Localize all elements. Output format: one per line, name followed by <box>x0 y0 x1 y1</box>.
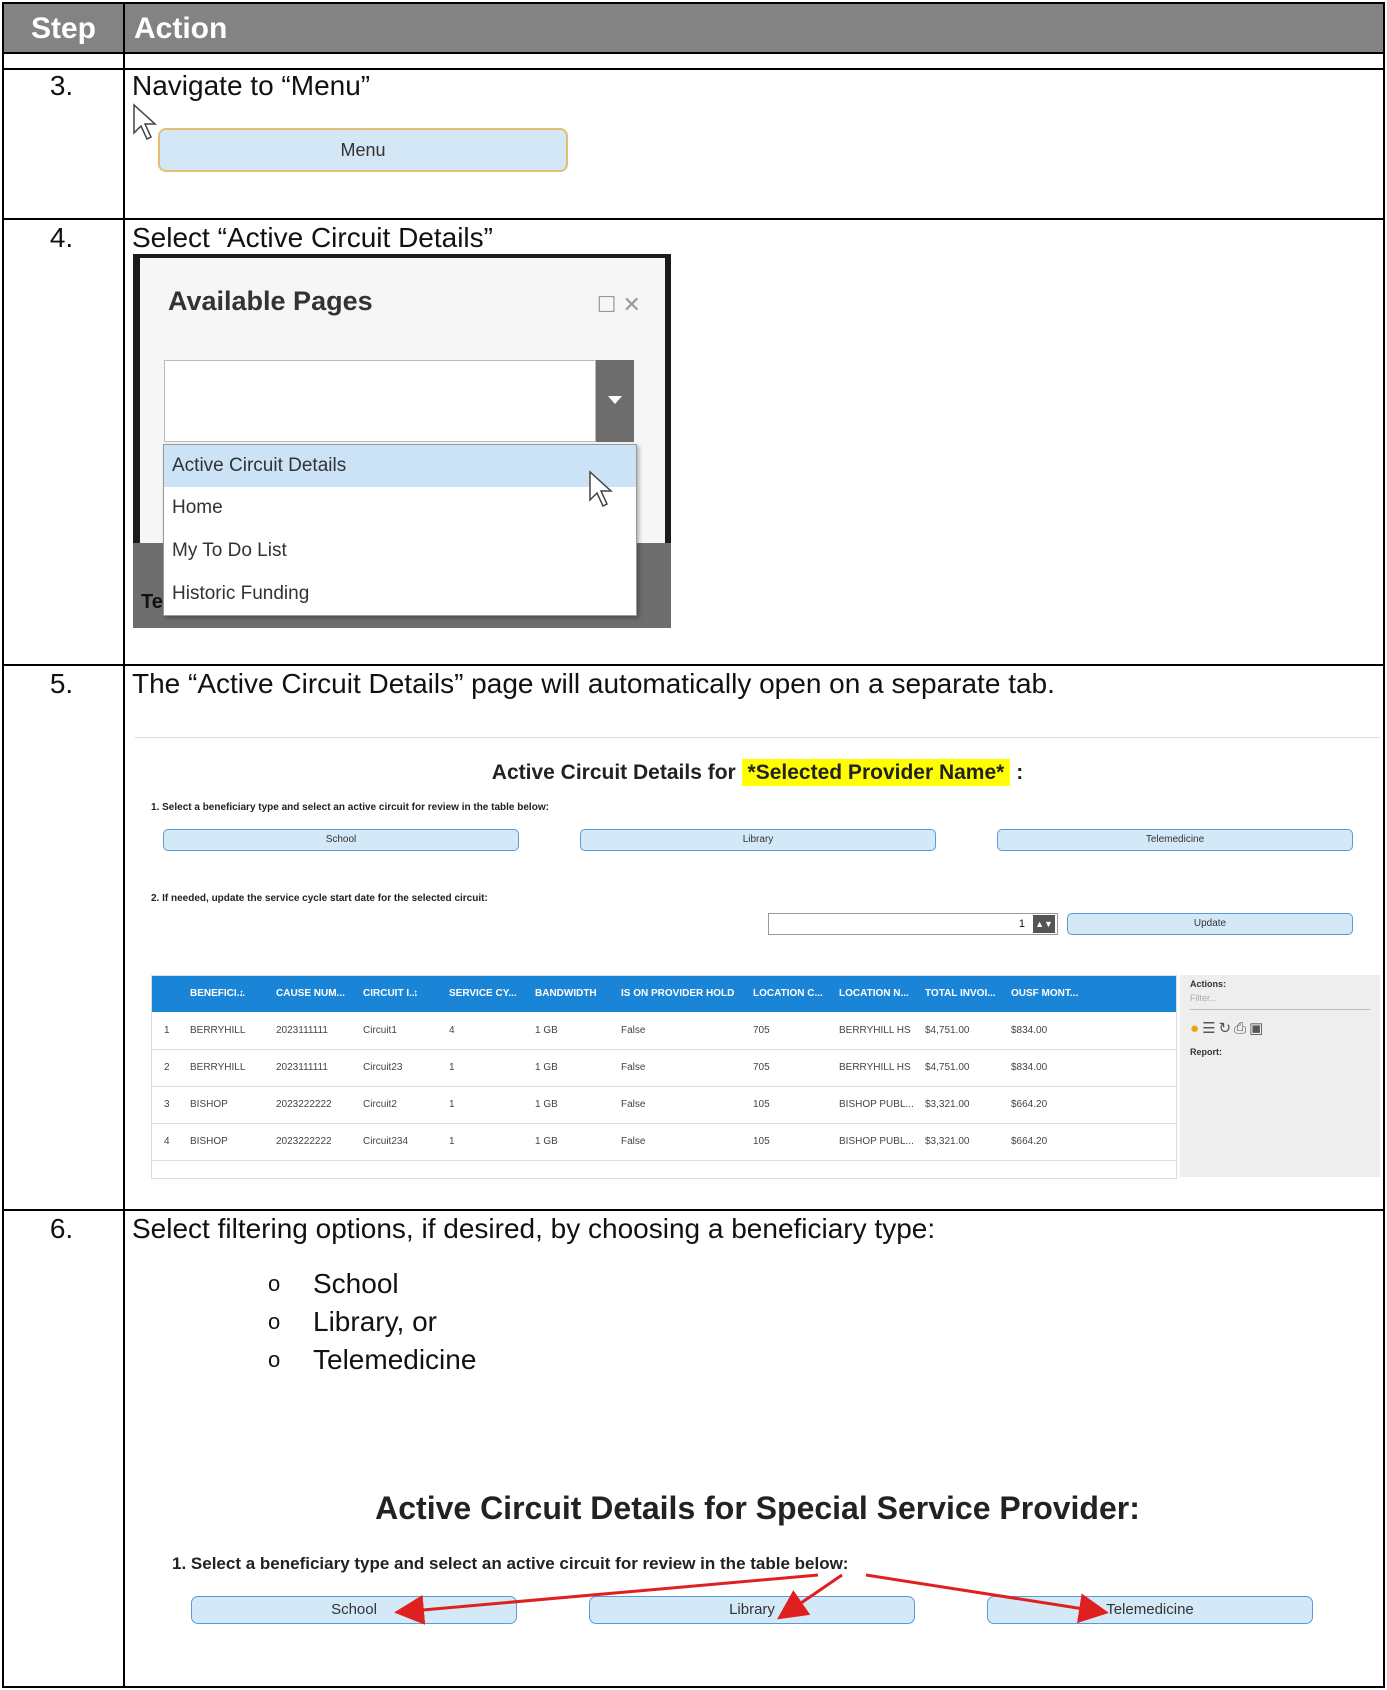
arrow-to-telemedicine <box>865 1573 1109 1624</box>
annotation-arrows <box>394 1573 1109 1625</box>
arrow-to-library <box>777 1573 843 1620</box>
arrow-to-school <box>394 1573 819 1625</box>
